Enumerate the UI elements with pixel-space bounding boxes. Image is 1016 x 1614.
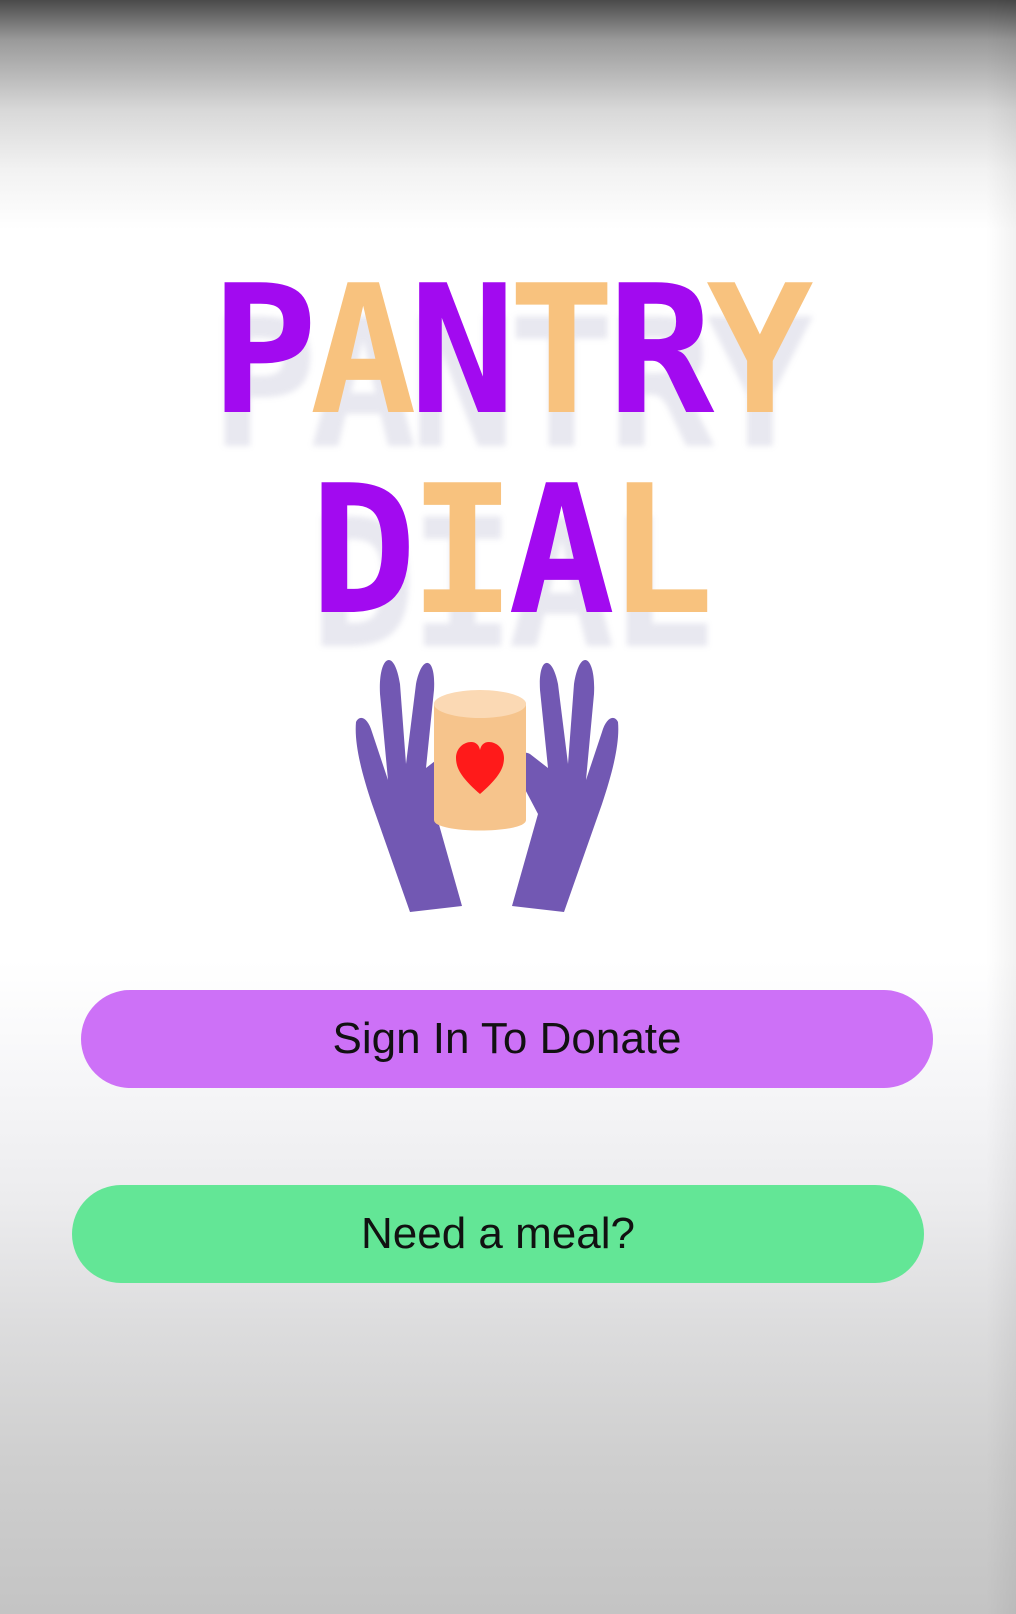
title-letter-i: I (408, 447, 516, 654)
title-letter-d: D (309, 447, 417, 654)
screen-edge-shade (986, 0, 1016, 1614)
title-letter-a: A (508, 447, 615, 654)
hands-holding-jar-icon (355, 660, 619, 912)
title-letter-a: A (309, 247, 417, 454)
need-a-meal-button[interactable]: Need a meal? (72, 1185, 924, 1283)
sign-in-to-donate-label: Sign In To Donate (332, 1014, 682, 1063)
title-letter-r: R (607, 247, 714, 454)
sign-in-to-donate-button[interactable]: Sign In To Donate (81, 990, 933, 1088)
jar-lid-icon (434, 690, 526, 718)
title-letter-t: T (508, 247, 615, 454)
title-letter-n: N (408, 247, 516, 454)
right-hand-icon (512, 660, 619, 912)
title-letter-y: Y (706, 247, 813, 454)
app-title-line2: DIAL (0, 462, 1016, 640)
title-letter-l: L (607, 447, 714, 654)
need-a-meal-label: Need a meal? (361, 1209, 635, 1258)
app-title-line1: PANTRY (0, 262, 1016, 440)
title-letter-p: P (210, 247, 317, 454)
